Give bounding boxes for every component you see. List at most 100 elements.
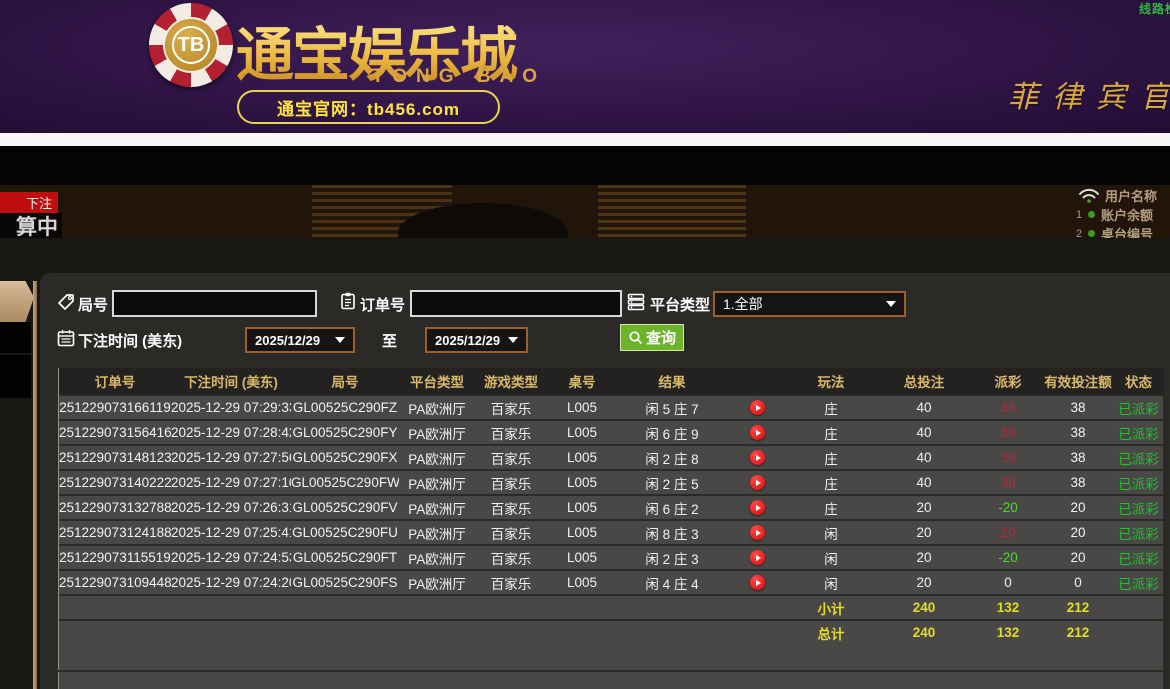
cell-game-type: 百家乐 — [475, 394, 547, 419]
cell-empty — [59, 619, 787, 644]
cell-total-bet: 20 — [875, 569, 973, 594]
cell-result: 闲 8 庄 3 — [617, 519, 727, 544]
bet-table-body: 2512290731661192025-12-29 07:29:33GL0052… — [59, 394, 1164, 644]
column-header: 有效投注额 — [1043, 368, 1113, 394]
game-no-label: 局号 — [78, 294, 108, 315]
replay-icon[interactable] — [750, 450, 765, 465]
date-to-select[interactable]: 2025/12/29 — [425, 327, 528, 353]
table-row: 2512290731661192025-12-29 07:29:33GL0052… — [59, 394, 1164, 419]
column-header: 游戏类型 — [475, 368, 547, 394]
cell-payout: -20 — [973, 494, 1043, 519]
cell-status: 已派彩 — [1113, 469, 1164, 494]
column-header: 派彩 — [973, 368, 1043, 394]
side-rail-button[interactable] — [0, 322, 31, 353]
cell-bet-on: 庄 — [787, 444, 875, 469]
shutter-decor — [598, 185, 746, 238]
cell-game-no: GL00525C290FW — [291, 469, 399, 494]
cell-totals-valid: 212 — [1043, 619, 1113, 644]
cell-status: 已派彩 — [1113, 569, 1164, 594]
cell-payout: 0 — [973, 569, 1043, 594]
cell-total-bet: 40 — [875, 444, 973, 469]
subtotal-row: 小计240132212 — [59, 594, 1164, 619]
cell-table-no: L005 — [547, 494, 617, 519]
replay-icon[interactable] — [750, 525, 765, 540]
cell-bet-on: 庄 — [787, 419, 875, 444]
game-no-input[interactable] — [112, 290, 317, 317]
column-header — [727, 368, 787, 394]
table-row: 2512290731094482025-12-29 07:24:20GL0052… — [59, 569, 1164, 594]
game-scene-strip: 下注 算中 用户名称 1 账户余额 2 桌台编号 — [0, 185, 1170, 238]
side-rail-button[interactable] — [0, 355, 31, 398]
user-info-block: 用户名称 1 账户余额 2 桌台编号 — [1076, 187, 1170, 238]
cell-replay — [727, 419, 787, 444]
cell-platform: PA欧洲厅 — [399, 469, 475, 494]
content-area: 局号 订单号 平台类型 1.全部 下注时间 (美东) 2025/12/29 至 … — [0, 238, 1170, 689]
column-header: 下注时间 (美东) — [171, 368, 291, 394]
cell-time: 2025-12-29 07:26:31 — [171, 494, 291, 519]
cell-totals-bet: 240 — [875, 594, 973, 619]
cell-table-no: L005 — [547, 444, 617, 469]
search-button[interactable]: 查询 — [620, 324, 684, 351]
cell-payout: 38 — [973, 469, 1043, 494]
table-row: 2512290731241882025-12-29 07:25:41GL0052… — [59, 519, 1164, 544]
cell-game-type: 百家乐 — [475, 494, 547, 519]
cell-payout: -20 — [973, 544, 1043, 569]
cell-status: 已派彩 — [1113, 394, 1164, 419]
cell-time: 2025-12-29 07:25:41 — [171, 519, 291, 544]
tag-icon — [56, 292, 76, 312]
column-header: 状态 — [1113, 368, 1164, 394]
column-header: 局号 — [291, 368, 399, 394]
username-label: 用户名称 — [1105, 186, 1157, 205]
order-no-input[interactable] — [410, 290, 622, 317]
replay-icon[interactable] — [750, 550, 765, 565]
search-icon — [628, 330, 644, 346]
cell-totals-payout: 132 — [973, 594, 1043, 619]
cell-replay — [727, 544, 787, 569]
hotkey-number: 2 — [1076, 228, 1086, 239]
date-from-value: 2025/12/29 — [255, 333, 320, 348]
cell-status: 已派彩 — [1113, 494, 1164, 519]
replay-icon[interactable] — [750, 475, 765, 490]
cell-valid-bet: 0 — [1043, 569, 1113, 594]
brand-subtitle: TONG BAO — [372, 66, 546, 88]
cell-result: 闲 4 庄 4 — [617, 569, 727, 594]
cell-status: 已派彩 — [1113, 544, 1164, 569]
cell-result: 闲 2 庄 8 — [617, 444, 727, 469]
replay-icon[interactable] — [750, 400, 765, 415]
cell-replay — [727, 569, 787, 594]
white-divider — [0, 133, 1170, 146]
cell-valid-bet: 38 — [1043, 419, 1113, 444]
official-site-pill: 通宝官网：tb456.com — [237, 90, 500, 124]
cell-total-bet: 40 — [875, 419, 973, 444]
cell-empty — [1113, 619, 1164, 644]
line-check-link[interactable]: 线路检 — [1139, 0, 1170, 17]
column-header: 总投注 — [875, 368, 973, 394]
replay-icon[interactable] — [750, 575, 765, 590]
platform-select[interactable]: 1.全部 — [713, 291, 906, 317]
philippines-official-text: 菲律宾官 — [1008, 72, 1170, 116]
date-from-select[interactable]: 2025/12/29 — [245, 327, 355, 353]
cell-replay — [727, 469, 787, 494]
cell-valid-bet: 20 — [1043, 544, 1113, 569]
cell-order: 251229073148123 — [59, 444, 171, 469]
cell-time: 2025-12-29 07:24:53 — [171, 544, 291, 569]
cell-game-no: GL00525C290FX — [291, 444, 399, 469]
cell-game-no: GL00525C290FS — [291, 569, 399, 594]
date-to-value: 2025/12/29 — [435, 333, 500, 348]
side-rail-tab[interactable] — [0, 281, 34, 322]
cell-bet-on: 闲 — [787, 569, 875, 594]
cell-order: 251229073166119 — [59, 394, 171, 419]
cell-time: 2025-12-29 07:29:33 — [171, 394, 291, 419]
table-row: 2512290731402222025-12-29 07:27:10GL0052… — [59, 469, 1164, 494]
cell-bet-on: 庄 — [787, 494, 875, 519]
cell-total-bet: 20 — [875, 544, 973, 569]
hotkey-number: 1 — [1076, 209, 1086, 221]
replay-icon[interactable] — [750, 425, 765, 440]
cell-status: 已派彩 — [1113, 519, 1164, 544]
replay-icon[interactable] — [750, 500, 765, 515]
clipboard-icon — [338, 291, 358, 311]
cell-table-no: L005 — [547, 544, 617, 569]
black-bar — [0, 146, 1170, 185]
brand-header: 线路检 TB 通宝娱乐城 TONG BAO 通宝官网：tb456.com 菲律宾… — [0, 0, 1170, 133]
casino-chip-logo: TB — [149, 3, 233, 87]
